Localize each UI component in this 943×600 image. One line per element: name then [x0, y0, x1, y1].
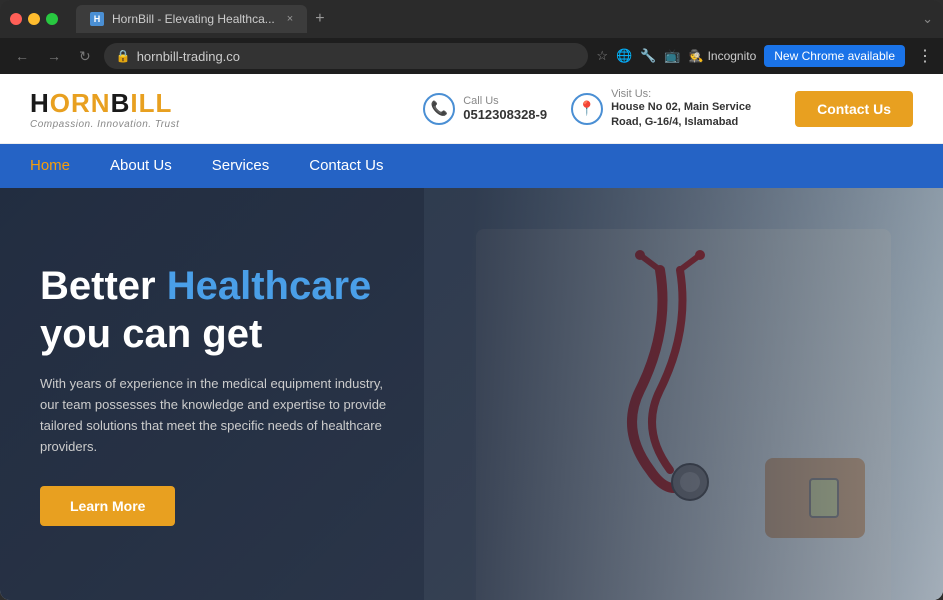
phone-icon: 📞 [423, 93, 455, 125]
nav-item-services[interactable]: Services [212, 157, 270, 175]
phone-number: 0512308328-9 [463, 107, 547, 122]
close-window-button[interactable] [10, 13, 22, 25]
extension-icon[interactable]: 🔧 [640, 48, 656, 64]
chrome-update-button[interactable]: New Chrome available [764, 45, 905, 67]
nav-item-contact[interactable]: Contact Us [309, 157, 383, 175]
call-label: Call Us [463, 95, 547, 107]
tab-favicon: H [90, 12, 104, 26]
nav-link-about[interactable]: About Us [110, 157, 172, 174]
logo-tagline: Compassion. Innovation. Trust [30, 119, 179, 130]
incognito-label: Incognito [708, 49, 757, 63]
address-bar: ← → ↻ 🔒 hornbill-trading.co ☆ 🌐 🔧 📺 🕵 In… [0, 38, 943, 74]
hero-title-part1: Better [40, 264, 167, 308]
logo: HORNBILL Compassion. Innovation. Trust [30, 88, 179, 130]
visit-contact-item: 📍 Visit Us: House No 02, Main Service Ro… [571, 88, 771, 129]
active-tab[interactable]: H HornBill - Elevating Healthca... × [76, 5, 307, 33]
maximize-window-button[interactable] [46, 13, 58, 25]
title-bar: H HornBill - Elevating Healthca... × + ⌄ [0, 0, 943, 38]
hero-title: Better Healthcare you can get [40, 262, 400, 358]
logo-ill: ILL [130, 88, 172, 118]
browser-menu-icon[interactable]: ⋮ [917, 46, 933, 66]
call-info: Call Us 0512308328-9 [463, 95, 547, 122]
nav-item-about[interactable]: About Us [110, 157, 172, 175]
logo-horn: HORNB [30, 88, 130, 118]
hero-description: With years of experience in the medical … [40, 374, 400, 457]
call-contact-item: 📞 Call Us 0512308328-9 [423, 93, 547, 125]
back-button[interactable]: ← [10, 46, 34, 66]
forward-button[interactable]: → [42, 46, 66, 66]
tab-title: HornBill - Elevating Healthca... [112, 12, 275, 26]
tab-bar: H HornBill - Elevating Healthca... × + [76, 5, 914, 33]
hero-title-part2: you can get [40, 312, 262, 356]
nav-link-home[interactable]: Home [30, 157, 70, 174]
lock-icon: 🔒 [116, 49, 131, 63]
hero-title-highlight: Healthcare [167, 264, 372, 308]
learn-more-button[interactable]: Learn More [40, 486, 175, 526]
site-navigation: Home About Us Services Contact Us [0, 144, 943, 188]
browser-frame: H HornBill - Elevating Healthca... × + ⌄… [0, 0, 943, 600]
visit-info: Visit Us: House No 02, Main Service Road… [611, 88, 771, 129]
hero-section: Better Healthcare you can get With years… [0, 188, 943, 600]
nav-item-home[interactable]: Home [30, 157, 70, 175]
globe-icon[interactable]: 🌐 [616, 48, 632, 64]
window-menu-icon[interactable]: ⌄ [922, 11, 933, 27]
nav-items-list: Home About Us Services Contact Us [30, 157, 383, 175]
nav-link-services[interactable]: Services [212, 157, 270, 174]
bookmark-icon[interactable]: ☆ [596, 48, 608, 64]
location-icon: 📍 [571, 93, 603, 125]
incognito-badge: 🕵 Incognito [689, 49, 757, 63]
url-text: hornbill-trading.co [137, 49, 577, 64]
visit-label: Visit Us: [611, 88, 771, 100]
minimize-window-button[interactable] [28, 13, 40, 25]
website-content: HORNBILL Compassion. Innovation. Trust 📞… [0, 74, 943, 600]
header-contact: 📞 Call Us 0512308328-9 📍 Visit Us: House… [423, 88, 913, 129]
address-text: House No 02, Main Service Road, G-16/4, … [611, 100, 771, 129]
close-tab-icon[interactable]: × [287, 13, 293, 25]
address-right-icons: ☆ 🌐 🔧 📺 [596, 48, 680, 64]
address-bar-input[interactable]: 🔒 hornbill-trading.co [104, 43, 589, 69]
incognito-icon: 🕵 [689, 49, 704, 63]
cast-icon[interactable]: 📺 [664, 48, 680, 64]
logo-text: HORNBILL [30, 88, 179, 119]
site-header: HORNBILL Compassion. Innovation. Trust 📞… [0, 74, 943, 144]
new-tab-button[interactable]: + [307, 10, 332, 28]
traffic-lights [10, 13, 58, 25]
header-contact-us-button[interactable]: Contact Us [795, 91, 913, 127]
reload-button[interactable]: ↻ [74, 46, 96, 67]
hero-content: Better Healthcare you can get With years… [0, 262, 440, 525]
nav-link-contact[interactable]: Contact Us [309, 157, 383, 174]
